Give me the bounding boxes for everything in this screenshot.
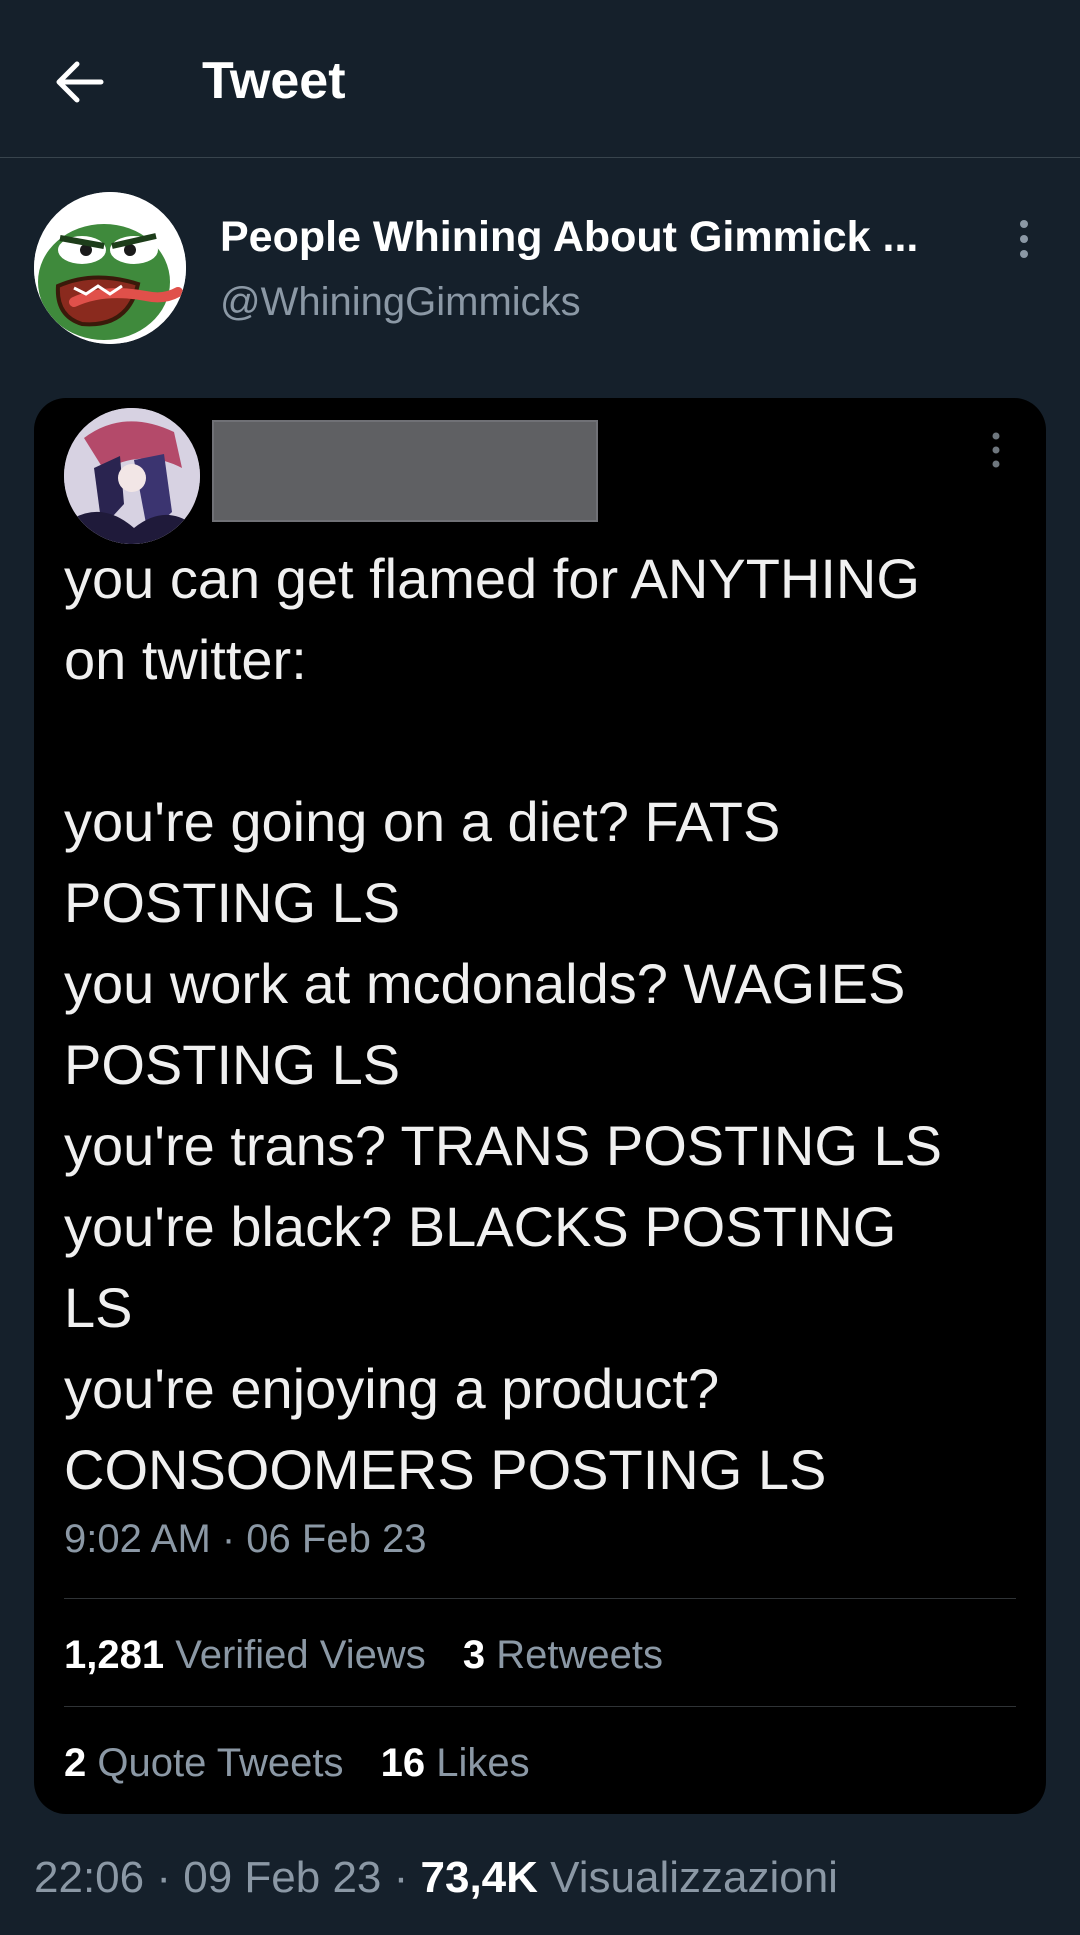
embedded-stats-row: 1,281 Verified Views 3 Retweets (64, 1630, 689, 1680)
quote-tweets-stat: 2 Quote Tweets (64, 1741, 344, 1785)
tweet-time[interactable]: 22:06 (34, 1853, 144, 1902)
redacted-username (212, 420, 598, 522)
embedded-tweet-screenshot[interactable]: you can get flamed for ANYTHING on twitt… (34, 398, 1046, 1814)
verified-views-stat: 1,281 Verified Views (64, 1633, 426, 1677)
tweet-line: you're black? BLACKS POSTING (64, 1195, 897, 1258)
tweet-line (64, 700, 1034, 781)
more-options-button[interactable] (1006, 214, 1042, 264)
separator-dot: · (393, 1853, 409, 1902)
page-title: Tweet (202, 52, 346, 110)
tweet-line: you're going on a diet? FATS (64, 790, 781, 853)
frog-avatar-icon (34, 192, 186, 344)
tweet-date[interactable]: 09 Feb 23 (183, 1853, 381, 1902)
embedded-avatar (64, 408, 200, 544)
tweet-line: POSTING LS (64, 871, 401, 934)
likes-stat: 16 Likes (380, 1741, 530, 1785)
arrow-left-icon (56, 61, 104, 103)
author-avatar[interactable] (34, 192, 186, 344)
tweet-line: you're trans? TRANS POSTING LS (64, 1114, 942, 1177)
tweet-line: you can get flamed for ANYTHING (64, 547, 920, 610)
top-bar: Tweet (0, 0, 1080, 158)
author-handle[interactable]: @WhiningGimmicks (220, 276, 581, 328)
more-vertical-icon (1020, 220, 1028, 258)
embedded-more-icon (984, 428, 1008, 472)
anime-avatar-icon (64, 408, 200, 544)
embedded-tweet-text: you can get flamed for ANYTHING on twitt… (64, 538, 1034, 1510)
tweet-line: you're enjoying a product? (64, 1357, 720, 1420)
embedded-stats-row: 2 Quote Tweets 16 Likes (64, 1738, 556, 1788)
tweet-line: on twitter: (64, 628, 307, 691)
author-display-name[interactable]: People Whining About Gimmick ... (220, 210, 918, 264)
tweet-line: CONSOOMERS POSTING LS (64, 1438, 827, 1501)
tweet-line: you work at mcdonalds? WAGIES (64, 952, 906, 1015)
separator-dot: · (156, 1853, 171, 1902)
divider (64, 1706, 1016, 1707)
retweets-stat: 3 Retweets (462, 1633, 663, 1677)
more-vertical-icon (992, 432, 1000, 468)
views-count: 73,4K (420, 1853, 538, 1902)
views-label: Visualizzazioni (550, 1853, 838, 1902)
tweet-line: POSTING LS (64, 1033, 401, 1096)
embedded-timestamp: 9:02 AM · 06 Feb 23 (64, 1517, 427, 1561)
tweet-line: LS (64, 1276, 133, 1339)
back-button[interactable] (44, 52, 114, 112)
tweet-meta: 22:06 · 09 Feb 23 · 73,4K Visualizzazion… (34, 1850, 838, 1906)
divider (64, 1598, 1016, 1599)
